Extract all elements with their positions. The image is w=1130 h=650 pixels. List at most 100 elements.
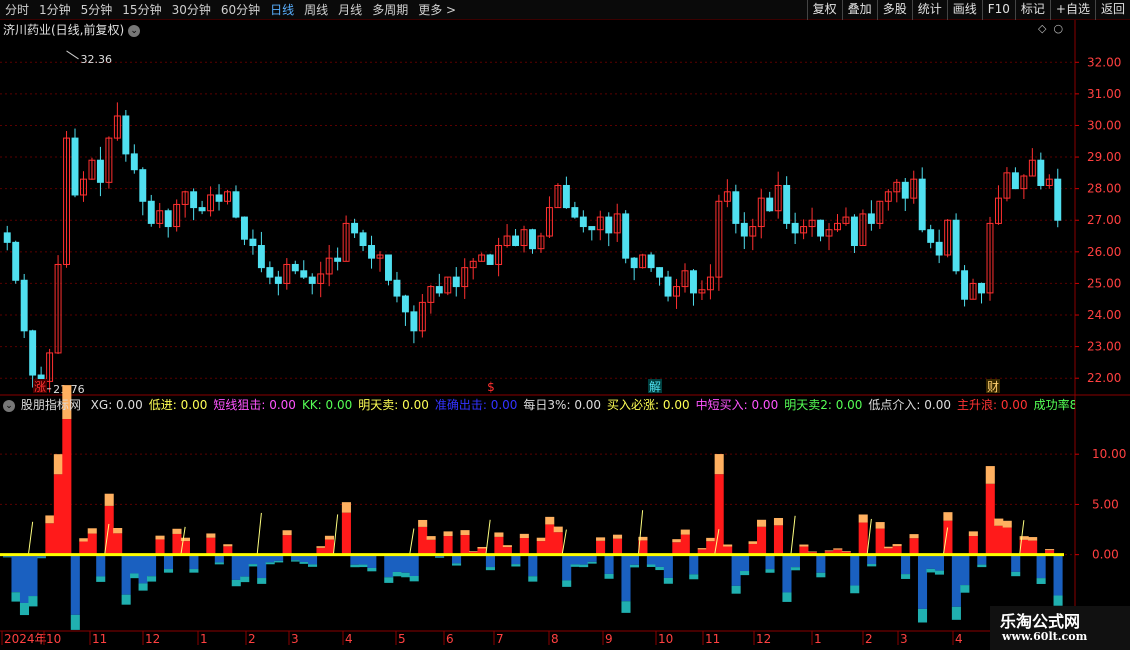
indicator-orange-bar <box>1019 536 1029 540</box>
indicator-orange-bar <box>706 537 716 542</box>
indicator-teal-bar <box>138 583 148 591</box>
indicator-teal-bar <box>951 606 961 620</box>
candle-body <box>579 216 587 228</box>
candle-body <box>961 270 969 300</box>
candle-body <box>410 311 418 332</box>
candle-body <box>300 270 308 278</box>
indicator-field-7: 买入必涨: 0.00 <box>607 398 690 412</box>
indicator-teal-bar <box>3 556 13 558</box>
indicator-orange-bar <box>748 541 758 544</box>
candle-body <box>571 207 579 218</box>
indicator-teal-bar <box>189 569 199 573</box>
candle-body <box>935 241 943 256</box>
indicator-red-bar <box>443 536 453 555</box>
indicator-orange-bar <box>180 537 190 542</box>
indicator-teal-bar <box>587 561 597 564</box>
indicator-red-bar <box>206 537 216 555</box>
indicator-orange-bar <box>223 544 233 547</box>
indicator-blue-bar <box>1011 554 1021 572</box>
indicator-orange-bar <box>1002 520 1012 528</box>
indicator-red-bar <box>62 419 72 555</box>
indicator-red-bar <box>1028 540 1038 555</box>
indicator-teal-bar <box>163 569 174 573</box>
x-tick-label: 1 <box>200 632 208 646</box>
indicator-orange-bar <box>45 515 55 524</box>
indicator-orange-bar <box>545 516 555 525</box>
x-tick-label: 6 <box>446 632 454 646</box>
indicator-blue-bar <box>28 554 38 597</box>
indicator-orange-bar <box>502 545 512 548</box>
candle-body <box>918 178 926 231</box>
indicator-red-bar <box>553 532 563 555</box>
indicator-orange-bar <box>104 493 114 506</box>
indicator-red-bar <box>155 539 165 555</box>
indicator-blue-bar <box>740 554 750 572</box>
indicator-field-4: 明天卖: 0.00 <box>358 398 429 412</box>
indicator-red-bar <box>757 526 767 555</box>
indicator-blue-bar <box>765 554 775 570</box>
indicator-blue-bar <box>409 554 419 577</box>
indicator-teal-bar <box>570 564 580 567</box>
indicator-red-bar <box>536 541 546 555</box>
candle-body <box>12 241 20 281</box>
indicator-blue-bar <box>138 554 148 584</box>
x-tick-label: 12 <box>145 632 160 646</box>
indicator-blue-bar <box>96 554 106 577</box>
indicator-name[interactable]: 股朋指标网 <box>21 398 81 412</box>
watermark-title: 乐淘公式网 <box>1000 612 1081 631</box>
indicator-field-9: 明天卖2: 0.00 <box>784 398 863 412</box>
indicator-blue-bar <box>257 554 267 579</box>
indicator-orange-bar <box>773 517 784 526</box>
candle-body <box>647 254 655 269</box>
indicator-orange-bar <box>172 528 182 534</box>
indicator-blue-bar <box>367 554 377 568</box>
event-mark: 财 <box>987 380 999 394</box>
candle-body <box>20 279 28 332</box>
candle-body <box>901 181 909 199</box>
indicator-orange-bar <box>680 529 690 535</box>
indicator-red-bar <box>341 512 351 555</box>
x-tick-label: 12 <box>756 632 771 646</box>
indicator-field-1: 低进: 0.00 <box>148 398 208 412</box>
indicator-blue-bar <box>528 554 538 577</box>
candle-body <box>215 194 223 202</box>
chart-canvas: 32.0031.0030.0029.0028.0027.0026.0025.00… <box>0 20 1130 650</box>
indicator-orange-bar <box>282 530 292 536</box>
candle-body <box>266 267 274 278</box>
chevron-down-icon[interactable]: ⌄ <box>3 399 15 412</box>
candle-body <box>359 232 367 247</box>
x-tick-label: 10 <box>46 632 61 646</box>
candle-body <box>783 184 791 224</box>
indicator-orange-bar <box>833 548 843 550</box>
indicator-teal-bar <box>663 577 673 584</box>
candle-body <box>486 254 494 265</box>
x-tick-label: 8 <box>551 632 559 646</box>
indicator-orange-bar <box>884 546 894 549</box>
indicator-blue-bar <box>70 554 80 615</box>
indicator-teal-bar <box>28 596 38 607</box>
x-tick-label: 2 <box>865 632 873 646</box>
indicator-orange-bar <box>87 528 97 534</box>
indicator-teal-bar <box>604 573 614 579</box>
x-tick-label: 4 <box>345 632 353 646</box>
indicator-blue-bar <box>926 554 936 569</box>
indicator-blue-bar <box>147 554 157 577</box>
indicator-orange-bar <box>892 544 902 547</box>
indicator-orange-bar <box>494 532 504 537</box>
x-tick-label: 9 <box>605 632 613 646</box>
indicator-red-bar <box>680 534 690 555</box>
indicator-yellow-spike <box>790 515 796 555</box>
indicator-teal-bar <box>274 560 284 563</box>
candle-body <box>850 216 858 247</box>
candle-body <box>71 137 79 196</box>
indicator-teal-bar <box>562 580 572 587</box>
indicator-red-bar <box>994 525 1004 555</box>
candle-body <box>240 216 248 240</box>
candle-body <box>529 229 536 250</box>
candle-body <box>385 254 392 281</box>
indicator-yellow-spike <box>485 519 491 555</box>
price-tick-label: 28.00 <box>1087 182 1121 196</box>
indicator-blue-bar <box>604 554 614 574</box>
candle-body <box>952 219 960 272</box>
candle-body <box>664 276 672 297</box>
